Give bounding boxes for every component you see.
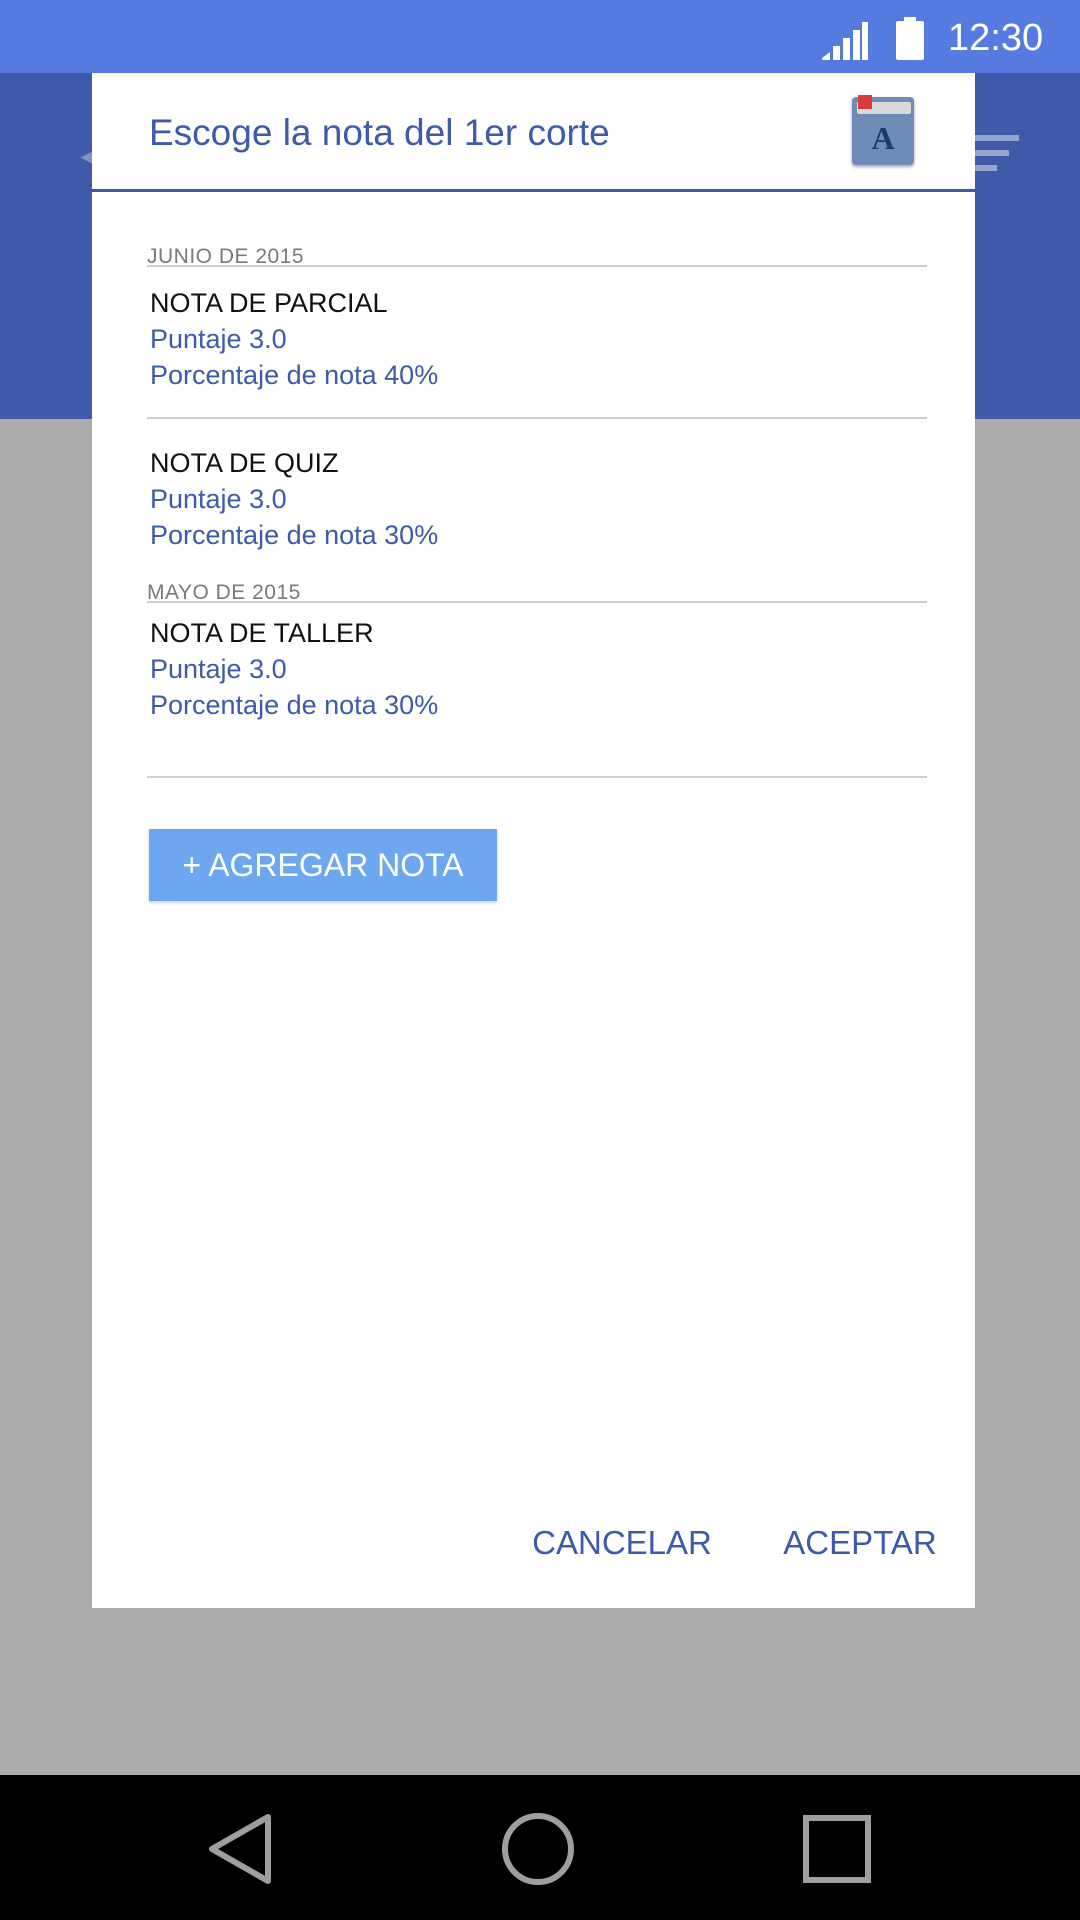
grade-title: NOTA DE PARCIAL: [150, 288, 388, 318]
grade-percent: Porcentaje de nota 40%: [150, 360, 439, 390]
divider: [147, 776, 927, 778]
status-time: 12:30: [948, 17, 1044, 59]
grade-score: Puntaje 3.0: [150, 324, 287, 354]
grade-percent: Porcentaje de nota 30%: [150, 520, 439, 550]
dialog-title: Escoge la nota del 1er corte: [149, 112, 610, 153]
grade-item[interactable]: NOTA DE PARCIAL Puntaje 3.0 Porcentaje d…: [150, 285, 910, 393]
back-icon[interactable]: [200, 1809, 280, 1889]
book-icon[interactable]: A: [852, 95, 914, 165]
divider: [147, 265, 927, 267]
grade-item[interactable]: NOTA DE TALLER Puntaje 3.0 Porcentaje de…: [150, 615, 910, 723]
navigation-bar: [0, 1775, 1080, 1920]
signal-icon: [822, 22, 868, 60]
status-bar: 12:30: [0, 0, 1080, 73]
dialog-header: Escoge la nota del 1er corte A: [92, 73, 975, 192]
grade-title: NOTA DE TALLER: [150, 618, 374, 648]
home-icon[interactable]: [498, 1809, 578, 1889]
grade-score: Puntaje 3.0: [150, 484, 287, 514]
book-letter: A: [871, 120, 895, 156]
recents-icon[interactable]: [797, 1809, 877, 1889]
grade-score: Puntaje 3.0: [150, 654, 287, 684]
accept-button[interactable]: ACEPTAR: [780, 1513, 940, 1573]
divider: [147, 417, 927, 419]
add-grade-button[interactable]: + AGREGAR NOTA: [149, 829, 497, 901]
bookmark-tag: [858, 95, 872, 109]
cancel-button[interactable]: CANCELAR: [532, 1513, 712, 1573]
filter-menu-icon: [975, 135, 1019, 180]
grade-title: NOTA DE QUIZ: [150, 448, 339, 478]
grade-percent: Porcentaje de nota 30%: [150, 690, 439, 720]
grade-dialog: Escoge la nota del 1er corte A JUNIO DE …: [92, 73, 975, 1608]
grade-item[interactable]: NOTA DE QUIZ Puntaje 3.0 Porcentaje de n…: [150, 445, 910, 553]
battery-icon: [896, 17, 924, 60]
divider: [147, 601, 927, 603]
